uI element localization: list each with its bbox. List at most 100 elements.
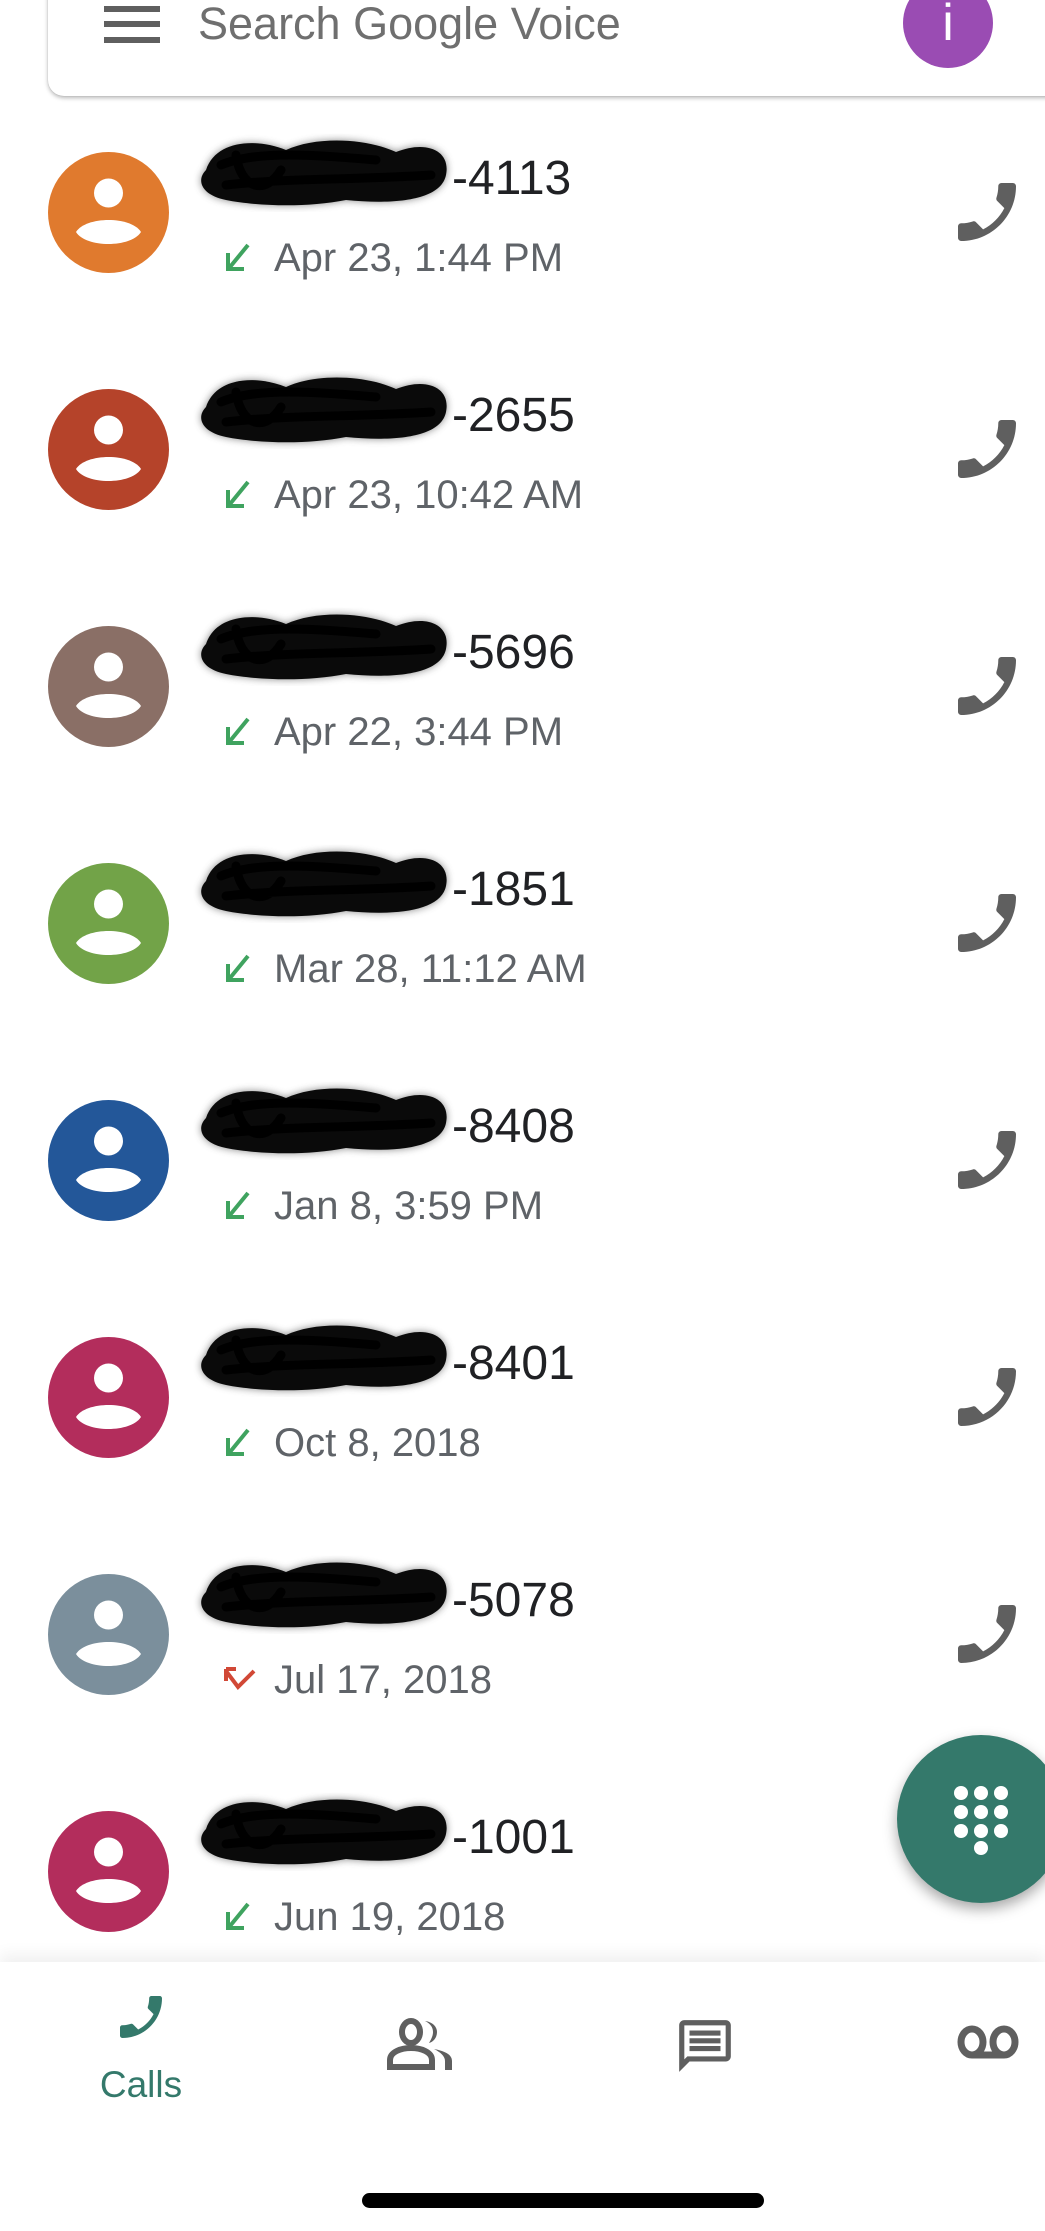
call-list-item[interactable]: -4113 Apr 23, 1:44 PM bbox=[0, 94, 1045, 331]
search-input[interactable] bbox=[198, 0, 838, 56]
person-icon bbox=[48, 1574, 169, 1695]
call-date: Jul 17, 2018 bbox=[274, 1658, 492, 1702]
redacted-number-scribble bbox=[201, 614, 452, 680]
hamburger-line bbox=[104, 37, 160, 43]
call-date-line: Apr 22, 3:44 PM bbox=[222, 712, 563, 752]
call-date: Mar 28, 11:12 AM bbox=[274, 947, 587, 991]
call-date: Apr 23, 1:44 PM bbox=[274, 236, 564, 280]
incoming-call-icon bbox=[222, 1428, 258, 1458]
bottom-nav: Calls bbox=[0, 1962, 1045, 2231]
phone-number: -8408 bbox=[201, 1088, 575, 1154]
contact-avatar bbox=[48, 1100, 169, 1221]
contact-avatar bbox=[48, 152, 169, 273]
phone-number: -2655 bbox=[201, 377, 575, 443]
nav-tab-voicemail[interactable] bbox=[887, 1962, 1045, 2132]
nav-label-calls: Calls bbox=[99, 2064, 183, 2105]
person-icon bbox=[48, 1811, 169, 1932]
contact-avatar bbox=[48, 1574, 169, 1695]
phone-icon bbox=[958, 1605, 1016, 1663]
redacted-number-scribble bbox=[201, 377, 452, 443]
phone-icon bbox=[958, 894, 1016, 952]
phone-number-suffix: -8408 bbox=[452, 1100, 575, 1153]
phone-number: -1851 bbox=[201, 851, 575, 917]
redacted-number-scribble bbox=[201, 1799, 452, 1865]
nav-tab-messages[interactable] bbox=[604, 1962, 804, 2132]
phone-number: -5078 bbox=[201, 1562, 575, 1628]
call-list-item[interactable]: -1851 Mar 28, 11:12 AM bbox=[0, 805, 1045, 1042]
phone-number-suffix: -1001 bbox=[452, 1811, 575, 1864]
call-back-button[interactable] bbox=[958, 420, 1016, 478]
incoming-call-icon bbox=[222, 1191, 258, 1221]
phone-number-suffix: -2655 bbox=[452, 389, 575, 442]
nav-tab-calls[interactable]: Calls bbox=[41, 1962, 241, 2132]
call-list-item[interactable]: -2655 Apr 23, 10:42 AM bbox=[0, 331, 1045, 568]
call-date: Apr 22, 3:44 PM bbox=[274, 710, 564, 754]
redacted-number-scribble bbox=[201, 140, 452, 206]
call-list-item[interactable]: -8408 Jan 8, 3:59 PM bbox=[0, 1042, 1045, 1279]
call-date: Apr 23, 10:42 AM bbox=[274, 473, 584, 517]
call-date-line: Jan 8, 3:59 PM bbox=[222, 1186, 543, 1226]
person-icon bbox=[48, 863, 169, 984]
call-list-item[interactable]: -5078 Jul 17, 2018 bbox=[0, 1516, 1045, 1753]
call-date-line: Mar 28, 11:12 AM bbox=[222, 949, 587, 989]
phone-number-suffix: -5696 bbox=[452, 626, 575, 679]
incoming-call-icon bbox=[222, 717, 258, 747]
voicemail-icon bbox=[957, 2025, 1019, 2059]
redacted-number-scribble bbox=[201, 851, 452, 917]
call-date: Oct 8, 2018 bbox=[274, 1421, 481, 1465]
incoming-call-icon bbox=[222, 480, 258, 510]
dialpad-icon bbox=[954, 1786, 1008, 1855]
phone-number-suffix: -4113 bbox=[452, 152, 572, 205]
call-back-button[interactable] bbox=[958, 1605, 1016, 1663]
call-date-line: Oct 8, 2018 bbox=[222, 1423, 481, 1463]
phone-icon bbox=[958, 420, 1016, 478]
phone-icon bbox=[958, 183, 1016, 241]
phone-number-suffix: -1851 bbox=[452, 863, 575, 916]
call-date-line: Apr 23, 10:42 AM bbox=[222, 475, 583, 515]
call-list-item[interactable]: -5696 Apr 22, 3:44 PM bbox=[0, 568, 1045, 805]
call-back-button[interactable] bbox=[958, 894, 1016, 952]
phone-number: -1001 bbox=[201, 1799, 575, 1865]
menu-button[interactable] bbox=[104, 4, 160, 44]
nav-tab-contacts[interactable] bbox=[321, 1962, 521, 2132]
hamburger-menu-icon bbox=[104, 6, 160, 12]
call-date-line: Apr 23, 1:44 PM bbox=[222, 238, 563, 278]
call-back-button[interactable] bbox=[958, 183, 1016, 241]
redacted-number-scribble bbox=[201, 1562, 452, 1628]
call-back-button[interactable] bbox=[958, 657, 1016, 715]
call-date: Jun 19, 2018 bbox=[274, 1895, 506, 1939]
phone-number-suffix: -8401 bbox=[452, 1337, 575, 1390]
incoming-call-icon bbox=[222, 1902, 258, 1932]
missed-call-icon bbox=[222, 1665, 258, 1695]
contact-avatar bbox=[48, 626, 169, 747]
phone-number: -4113 bbox=[201, 140, 572, 206]
person-icon bbox=[48, 1100, 169, 1221]
redacted-number-scribble bbox=[201, 1088, 452, 1154]
phone-icon bbox=[958, 657, 1016, 715]
person-icon bbox=[48, 152, 169, 273]
hamburger-line bbox=[104, 21, 160, 27]
phone-icon bbox=[958, 1131, 1016, 1189]
incoming-call-icon bbox=[222, 954, 258, 984]
phone-number: -8401 bbox=[201, 1325, 575, 1391]
phone-icon bbox=[120, 1996, 162, 2038]
phone-number-suffix: -5078 bbox=[452, 1574, 575, 1627]
contacts-icon bbox=[387, 2018, 452, 2070]
contact-avatar bbox=[48, 863, 169, 984]
person-icon bbox=[48, 626, 169, 747]
contact-avatar bbox=[48, 1811, 169, 1932]
person-icon bbox=[48, 1337, 169, 1458]
message-icon bbox=[679, 2020, 731, 2072]
contact-avatar bbox=[48, 1337, 169, 1458]
call-date-line: Jun 19, 2018 bbox=[222, 1897, 505, 1937]
call-back-button[interactable] bbox=[958, 1131, 1016, 1189]
call-back-button[interactable] bbox=[958, 1368, 1016, 1426]
home-indicator bbox=[362, 2193, 764, 2208]
phone-icon bbox=[958, 1368, 1016, 1426]
call-list-item[interactable]: -8401 Oct 8, 2018 bbox=[0, 1279, 1045, 1516]
call-date-line: Jul 17, 2018 bbox=[222, 1660, 492, 1700]
call-list-item[interactable]: -1001 Jun 19, 2018 bbox=[0, 1753, 1045, 1990]
call-date: Jan 8, 3:59 PM bbox=[274, 1184, 544, 1228]
incoming-call-icon bbox=[222, 243, 258, 273]
person-icon bbox=[48, 389, 169, 510]
